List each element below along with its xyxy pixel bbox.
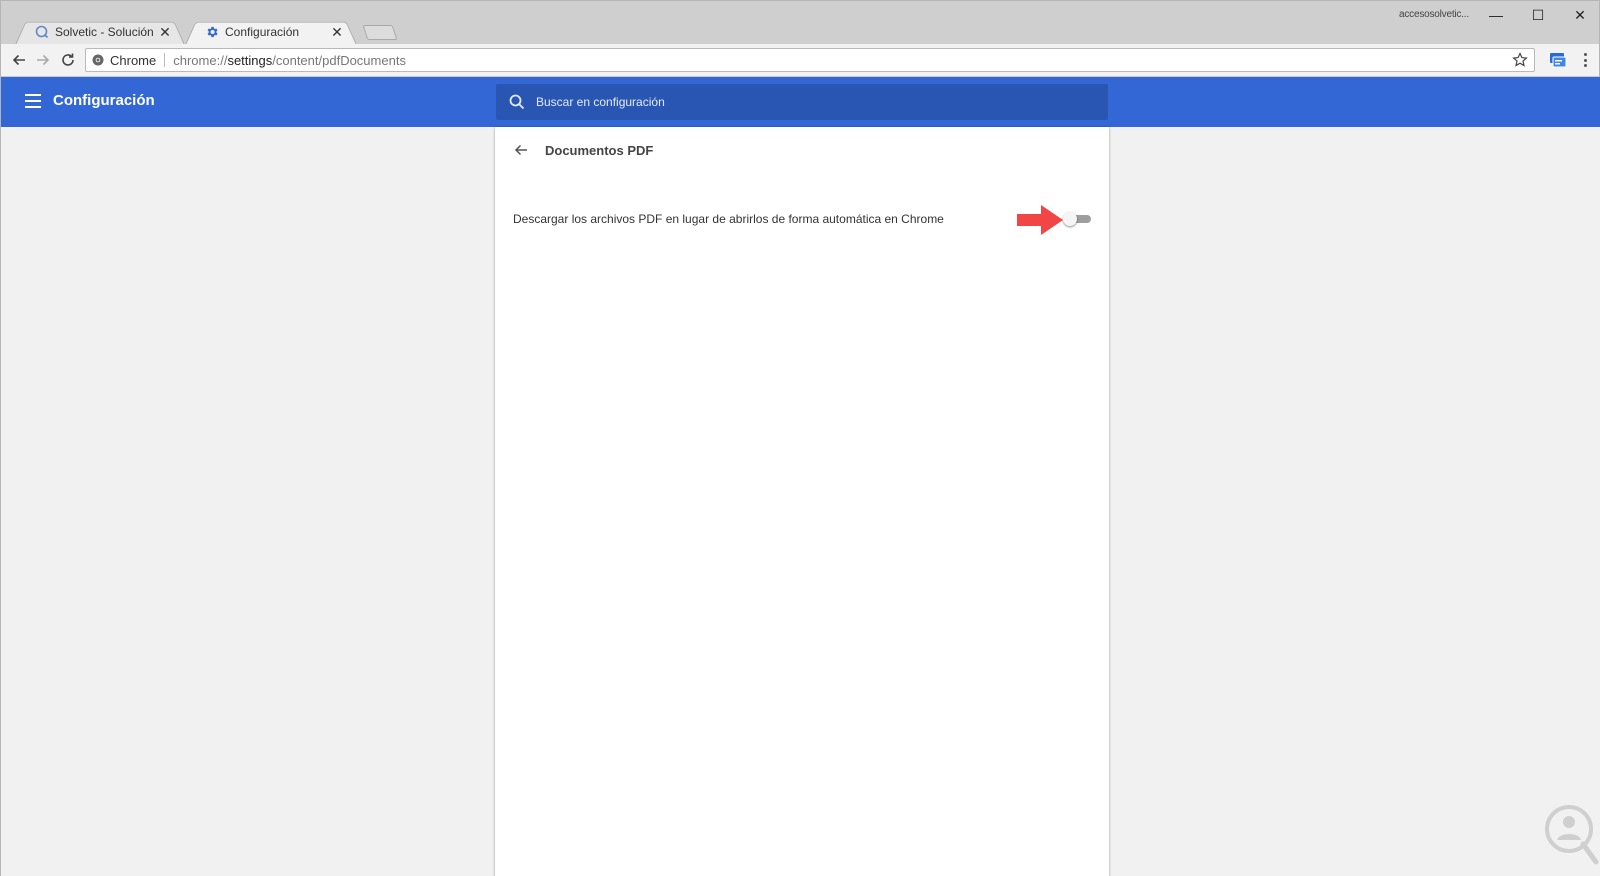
arrow-right-icon bbox=[37, 54, 50, 66]
minimize-button[interactable]: — bbox=[1473, 1, 1519, 29]
maximize-button[interactable]: ☐ bbox=[1515, 1, 1561, 29]
tab-solvetic[interactable]: Solvetic - Solución a los p ✕ bbox=[15, 18, 185, 45]
secure-label: Chrome bbox=[110, 52, 157, 68]
address-bar[interactable]: Chrome chrome://settings/content/pdfDocu… bbox=[85, 48, 1535, 72]
setting-label: Descargar los archivos PDF en lugar de a… bbox=[513, 212, 944, 226]
gear-icon bbox=[205, 25, 219, 39]
url-text[interactable]: chrome://settings/content/pdfDocuments bbox=[173, 53, 406, 68]
search-input[interactable] bbox=[536, 95, 1076, 109]
arrow-left-icon bbox=[12, 54, 25, 66]
cast-extension-icon[interactable] bbox=[1549, 52, 1567, 68]
close-window-button[interactable]: ✕ bbox=[1557, 1, 1600, 29]
solvetic-favicon-icon bbox=[35, 25, 49, 39]
forward-button[interactable] bbox=[31, 48, 55, 72]
subpage-header: Documentos PDF bbox=[495, 127, 1109, 173]
back-button[interactable] bbox=[7, 48, 31, 72]
tab-close-icon[interactable]: ✕ bbox=[157, 24, 173, 40]
toggle-knob bbox=[1063, 212, 1077, 226]
new-tab-button[interactable] bbox=[362, 25, 398, 40]
settings-card: Documentos PDF Descargar los archivos PD… bbox=[495, 127, 1109, 876]
browser-toolbar: Chrome chrome://settings/content/pdfDocu… bbox=[0, 44, 1600, 77]
back-arrow-icon[interactable] bbox=[509, 138, 533, 162]
pdf-download-toggle[interactable] bbox=[1063, 212, 1093, 226]
chrome-menu-icon[interactable] bbox=[1577, 52, 1593, 68]
red-arrow-annotation-icon bbox=[1017, 205, 1063, 235]
settings-header: Configuración bbox=[0, 77, 1600, 127]
profile-name[interactable]: accesosolvetic... bbox=[1399, 9, 1469, 20]
subpage-title: Documentos PDF bbox=[545, 142, 654, 158]
settings-title: Configuración bbox=[53, 92, 155, 109]
omnibox-divider bbox=[164, 53, 166, 67]
content-area: Documentos PDF Descargar los archivos PD… bbox=[0, 127, 1600, 876]
tab-close-icon[interactable]: ✕ bbox=[329, 24, 345, 40]
tab-title: Configuración bbox=[225, 24, 300, 39]
tab-configuracion[interactable]: Configuración ✕ bbox=[185, 18, 357, 45]
solvetic-watermark-icon bbox=[1545, 805, 1599, 865]
bookmark-star-icon[interactable] bbox=[1512, 52, 1528, 68]
pdf-download-setting: Descargar los archivos PDF en lugar de a… bbox=[513, 199, 1093, 239]
reload-icon bbox=[62, 53, 74, 66]
settings-search[interactable] bbox=[496, 84, 1108, 120]
search-icon bbox=[509, 94, 525, 110]
menu-icon[interactable] bbox=[25, 94, 41, 108]
chrome-icon bbox=[92, 54, 104, 66]
title-bar: Solvetic - Solución a los p ✕ Configurac… bbox=[0, 0, 1600, 45]
site-info[interactable]: Chrome bbox=[86, 53, 156, 68]
tab-title: Solvetic - Solución a los p bbox=[55, 24, 157, 39]
reload-button[interactable] bbox=[56, 48, 80, 72]
